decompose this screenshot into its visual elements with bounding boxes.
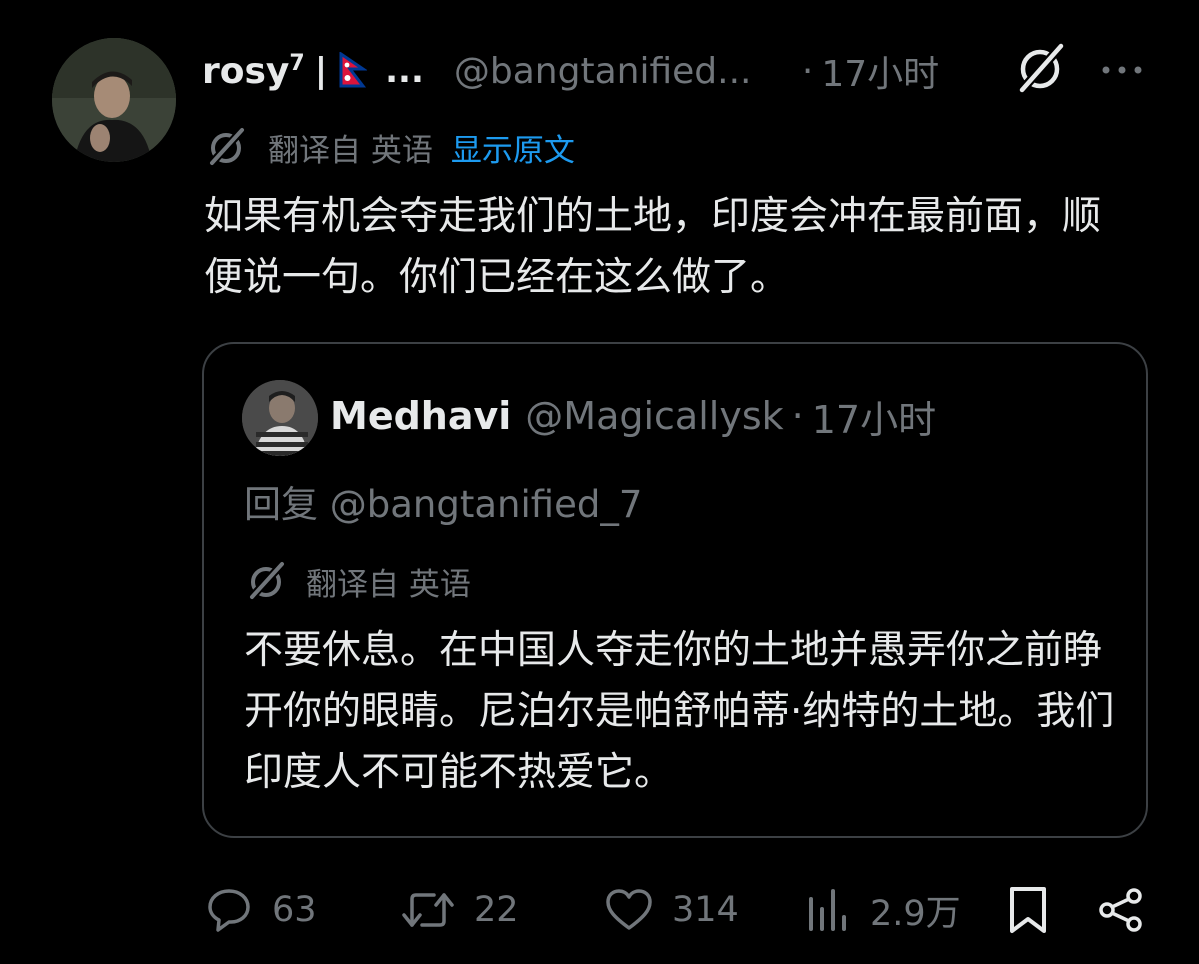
- quoted-author-handle[interactable]: @Magicallysk: [525, 394, 783, 438]
- repost-button[interactable]: 22: [400, 878, 519, 942]
- nepal-flag-icon: [339, 52, 368, 88]
- translate-slash-icon: [207, 126, 246, 168]
- author-handle[interactable]: @bangtanified...: [454, 51, 794, 92]
- quoted-header: Medhavi @Magicallysk · 17小时: [330, 388, 936, 444]
- quoted-post-text: 不要休息。在中国人夺走你的土地并愚弄你之前睁开你的眼睛。尼泊尔是帕舒帕蒂·纳特的…: [244, 628, 1115, 795]
- share-icon: [1099, 888, 1142, 932]
- translation-notice: 翻译自 英语 显示原文: [204, 122, 575, 172]
- bookmark-icon: [1010, 887, 1046, 933]
- bookmark-button[interactable]: [1006, 878, 1050, 942]
- heart-icon: [606, 889, 652, 930]
- quoted-header-dot: ·: [791, 394, 804, 438]
- post-time[interactable]: 17小时: [821, 45, 939, 97]
- quoted-author-avatar[interactable]: [242, 380, 318, 456]
- like-count: 314: [672, 890, 739, 930]
- repost-arrows-icon: [402, 893, 454, 927]
- author-avatar[interactable]: [52, 38, 176, 162]
- quoted-author-name[interactable]: Medhavi: [330, 394, 511, 438]
- header-dot: ·: [801, 50, 814, 92]
- views-button[interactable]: 2.9万: [806, 878, 961, 942]
- author-name-superscript: 7: [289, 50, 305, 76]
- quoted-translated-from-label: 翻译自 英语: [306, 566, 471, 603]
- quoted-post-time[interactable]: 17小时: [812, 389, 936, 444]
- share-button[interactable]: [1096, 878, 1146, 942]
- translate-slash-icon: [247, 560, 286, 602]
- reply-count: 63: [272, 890, 317, 930]
- translated-from-label: 翻译自 英语: [268, 132, 433, 169]
- quoted-reply-to: 回复 @bangtanified_7: [244, 483, 643, 526]
- name-separator: |: [314, 51, 328, 91]
- analytics-bars-icon: [809, 889, 846, 931]
- author-name[interactable]: rosy7: [202, 51, 305, 92]
- like-button[interactable]: 314: [604, 878, 739, 942]
- views-count: 2.9万: [870, 893, 961, 934]
- action-bar: 63 22 314 2.9万: [0, 878, 1199, 942]
- reply-bubble-icon: [208, 889, 250, 932]
- more-dots-icon[interactable]: [1098, 50, 1146, 90]
- repost-count: 22: [474, 890, 519, 930]
- quoted-translation-notice: 翻译自 英语: [244, 556, 471, 606]
- post-text: 如果有机会夺走我们的土地，印度会冲在最前面，顺便说一句。你们已经在这么做了。: [204, 194, 1102, 300]
- grok-slash-icon[interactable]: [1012, 40, 1068, 96]
- reply-button[interactable]: 63: [204, 878, 317, 942]
- name-truncation: ...: [385, 51, 424, 91]
- show-original-link[interactable]: 显示原文: [451, 125, 575, 170]
- quoted-post[interactable]: Medhavi @Magicallysk · 17小时 回复 @bangtani…: [202, 342, 1148, 838]
